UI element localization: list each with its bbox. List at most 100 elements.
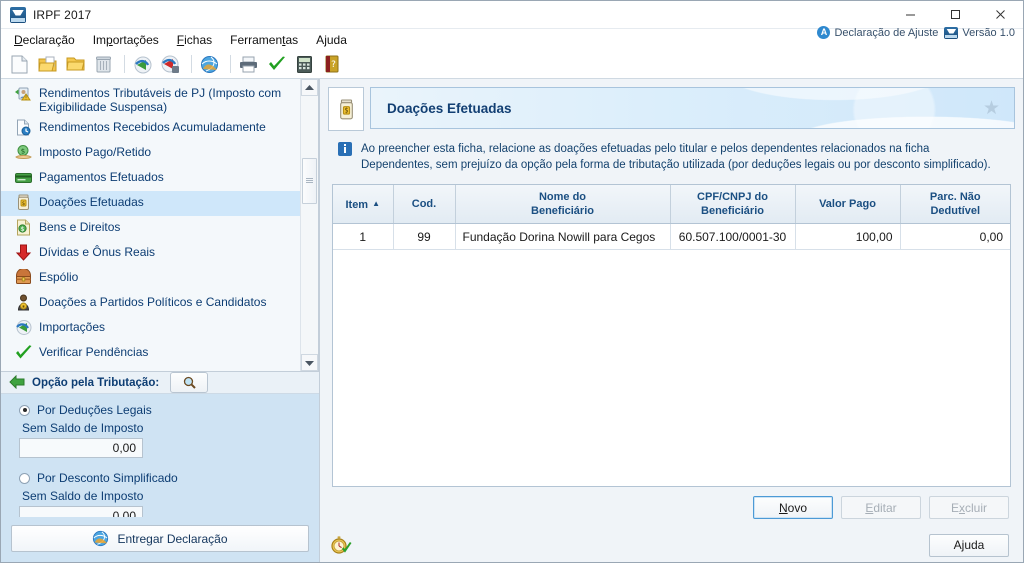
minimize-icon[interactable]	[888, 1, 933, 28]
help-book-icon[interactable]: ?	[320, 52, 345, 76]
grid-empty-area	[333, 250, 1010, 486]
menu-fichas[interactable]: Fichas	[168, 31, 221, 49]
sidebar-item-espolio[interactable]: Espólio	[1, 266, 300, 291]
globe-icon	[92, 530, 109, 547]
sidebar-item-doacoes-partidos-politicos[interactable]: Doações a Partidos Políticos e Candidato…	[1, 291, 300, 316]
sidebar-item-verificar-pendencias[interactable]: Verificar Pendências	[1, 341, 300, 366]
radio-por-deducoes-legais[interactable]: Por Deduções Legais	[19, 403, 319, 417]
calculator-icon[interactable]	[292, 52, 317, 76]
chevron-up-icon[interactable]	[301, 79, 318, 96]
ajuda-button[interactable]: Aj uda	[929, 533, 1009, 557]
close-icon[interactable]	[978, 1, 1023, 28]
open-folder-document-icon[interactable]	[35, 52, 60, 76]
magnifier-icon	[183, 376, 196, 389]
sidebar-item-dividas-e-onus-reais[interactable]: Dívidas e Ônus Reais	[1, 241, 300, 266]
status-bar: Aj uda	[328, 528, 1015, 562]
column-label: Cod.	[411, 198, 437, 210]
fichas-tree-scrollbar[interactable]	[300, 79, 318, 371]
entregar-declaracao-label: Entregar Declaração	[117, 531, 228, 546]
sidebar: ! Rendimentos Tributáveis de PJ (Imposto…	[1, 79, 320, 562]
radio-por-desconto-simplificado[interactable]: Por Desconto Simplificado	[19, 471, 319, 485]
desconto-simplificado-sub-label: Sem Saldo de Imposto	[22, 489, 144, 503]
sidebar-item-label: Pagamentos Efetuados	[39, 170, 164, 184]
globe-icon[interactable]	[197, 52, 222, 76]
maximize-icon[interactable]	[933, 1, 978, 28]
treasure-chest-icon	[15, 269, 32, 286]
sidebar-item-label: Bens e Direitos	[39, 220, 121, 234]
new-declaration-icon[interactable]	[7, 52, 32, 76]
trash-icon[interactable]	[91, 52, 116, 76]
sidebar-item-label: Importações	[39, 320, 106, 334]
column-label-line1: Parc. Não	[929, 191, 981, 203]
sidebar-item-rendimentos-tributaveis-pj[interactable]: ! Rendimentos Tributáveis de PJ (Imposto…	[1, 82, 300, 116]
column-header-nome-beneficiario[interactable]: Nome do Beneficiário	[455, 185, 671, 224]
sidebar-item-importacoes[interactable]: Importações	[1, 316, 300, 341]
column-label-line1: CPF/CNPJ do	[697, 191, 768, 203]
sidebar-item-doacoes-efetuadas[interactable]: $ Doações Efetuadas	[1, 191, 300, 216]
menu-ferramentas[interactable]: Ferramentas	[221, 31, 307, 49]
printer-icon[interactable]	[236, 52, 261, 76]
timer-check-icon	[330, 535, 352, 555]
column-header-valor-pago[interactable]: Valor Pago	[795, 185, 901, 224]
irpf-main-window: IRPF 2017 Declaração Importações Fichas …	[0, 0, 1024, 563]
novo-button[interactable]: Novo	[753, 496, 833, 519]
fichas-tree-panel: ! Rendimentos Tributáveis de PJ (Imposto…	[1, 79, 319, 372]
svg-text:$: $	[344, 106, 348, 114]
tributacao-panel: Por Deduções Legais Sem Saldo de Imposto…	[1, 394, 319, 526]
green-check-icon[interactable]	[264, 52, 289, 76]
page-title: Doações Efetuadas	[387, 100, 512, 116]
column-header-cpf-cnpj[interactable]: CPF/CNPJ do Beneficiário	[670, 185, 796, 224]
excluir-button[interactable]: Ex cluir	[929, 496, 1009, 519]
declaration-type-indicator: A Declaração de Ajuste	[817, 26, 938, 39]
column-header-item[interactable]: Item ▲	[333, 185, 394, 224]
table-row[interactable]: 1 99 Fundação Dorina Nowill para Cegos 6…	[333, 223, 1010, 250]
menu-importacoes[interactable]: Importações	[84, 31, 168, 49]
deducoes-legais-value: 0,00	[19, 438, 143, 458]
person-lock-icon	[15, 294, 32, 311]
scrollbar-track[interactable]	[301, 96, 318, 354]
toolbar-separator	[124, 55, 125, 73]
column-header-cod[interactable]: Cod.	[393, 185, 456, 224]
toolbar-separator	[230, 55, 231, 73]
donations-table: Item ▲ Cod. Nome do Beneficiário CPF/CNPJ…	[333, 185, 1010, 250]
column-header-parc-nao-dedutivel[interactable]: Parc. Não Dedutível	[900, 185, 1010, 224]
svg-text:$: $	[22, 201, 26, 207]
cell-parc-nao-dedutivel: 0,00	[900, 223, 1010, 250]
tributacao-search-button[interactable]	[170, 372, 209, 393]
assets-icon: $	[15, 219, 32, 236]
sidebar-item-imposto-pago-retido[interactable]: $ Imposto Pago/Retido	[1, 141, 300, 166]
radio-indicator[interactable]	[19, 472, 30, 484]
sidebar-item-pagamentos-efetuados[interactable]: Pagamentos Efetuados	[1, 166, 300, 191]
main-content: $ Doações Efetuadas ★ Ao preencher esta …	[320, 79, 1023, 562]
window-title: IRPF 2017	[33, 7, 92, 22]
ficha-title-banner: Doações Efetuadas ★	[370, 87, 1015, 129]
menu-ajuda[interactable]: Ajuda	[307, 31, 356, 49]
accumulated-income-icon	[15, 119, 32, 136]
green-left-arrow-icon	[9, 374, 25, 392]
sidebar-item-rendimentos-acumuladamente[interactable]: Rendimentos Recebidos Acumuladamente	[1, 116, 300, 141]
credit-card-icon	[15, 169, 32, 186]
sidebar-item-bens-e-direitos[interactable]: $ Bens e Direitos	[1, 216, 300, 241]
chevron-down-icon[interactable]	[301, 354, 318, 371]
entregar-declaracao-button[interactable]: Entregar Declaração	[11, 525, 309, 552]
green-check-icon	[15, 344, 32, 361]
sidebar-item-label: Doações a Partidos Políticos e Candidato…	[39, 295, 267, 309]
sidebar-item-label: Rendimentos Recebidos Acumuladamente	[39, 120, 266, 134]
red-down-arrow-icon	[15, 244, 32, 261]
editar-button[interactable]: Editar	[841, 496, 921, 519]
cell-cpf-cnpj: 60.507.100/0001-30	[670, 223, 796, 250]
radio-indicator[interactable]	[19, 404, 30, 416]
tributacao-header: Opção pela Tributação:	[1, 372, 319, 394]
version-indicator: Versão 1.0	[944, 26, 1015, 39]
donations-grid-panel: Item ▲ Cod. Nome do Beneficiário CPF/CNPJ…	[332, 184, 1011, 487]
menu-declaracao[interactable]: Declaração	[5, 31, 84, 49]
scrollbar-thumb[interactable]	[302, 158, 317, 204]
import-lock-icon[interactable]	[158, 52, 183, 76]
import-arrow-icon[interactable]	[130, 52, 155, 76]
star-icon[interactable]: ★	[983, 99, 1000, 118]
ficha-header: $ Doações Efetuadas ★	[328, 87, 1015, 131]
status-indicators: A Declaração de Ajuste Versão 1.0	[817, 26, 1015, 39]
declaration-badge-icon: A	[817, 26, 831, 39]
status-bar-left	[330, 535, 352, 555]
folder-icon[interactable]	[63, 52, 88, 76]
